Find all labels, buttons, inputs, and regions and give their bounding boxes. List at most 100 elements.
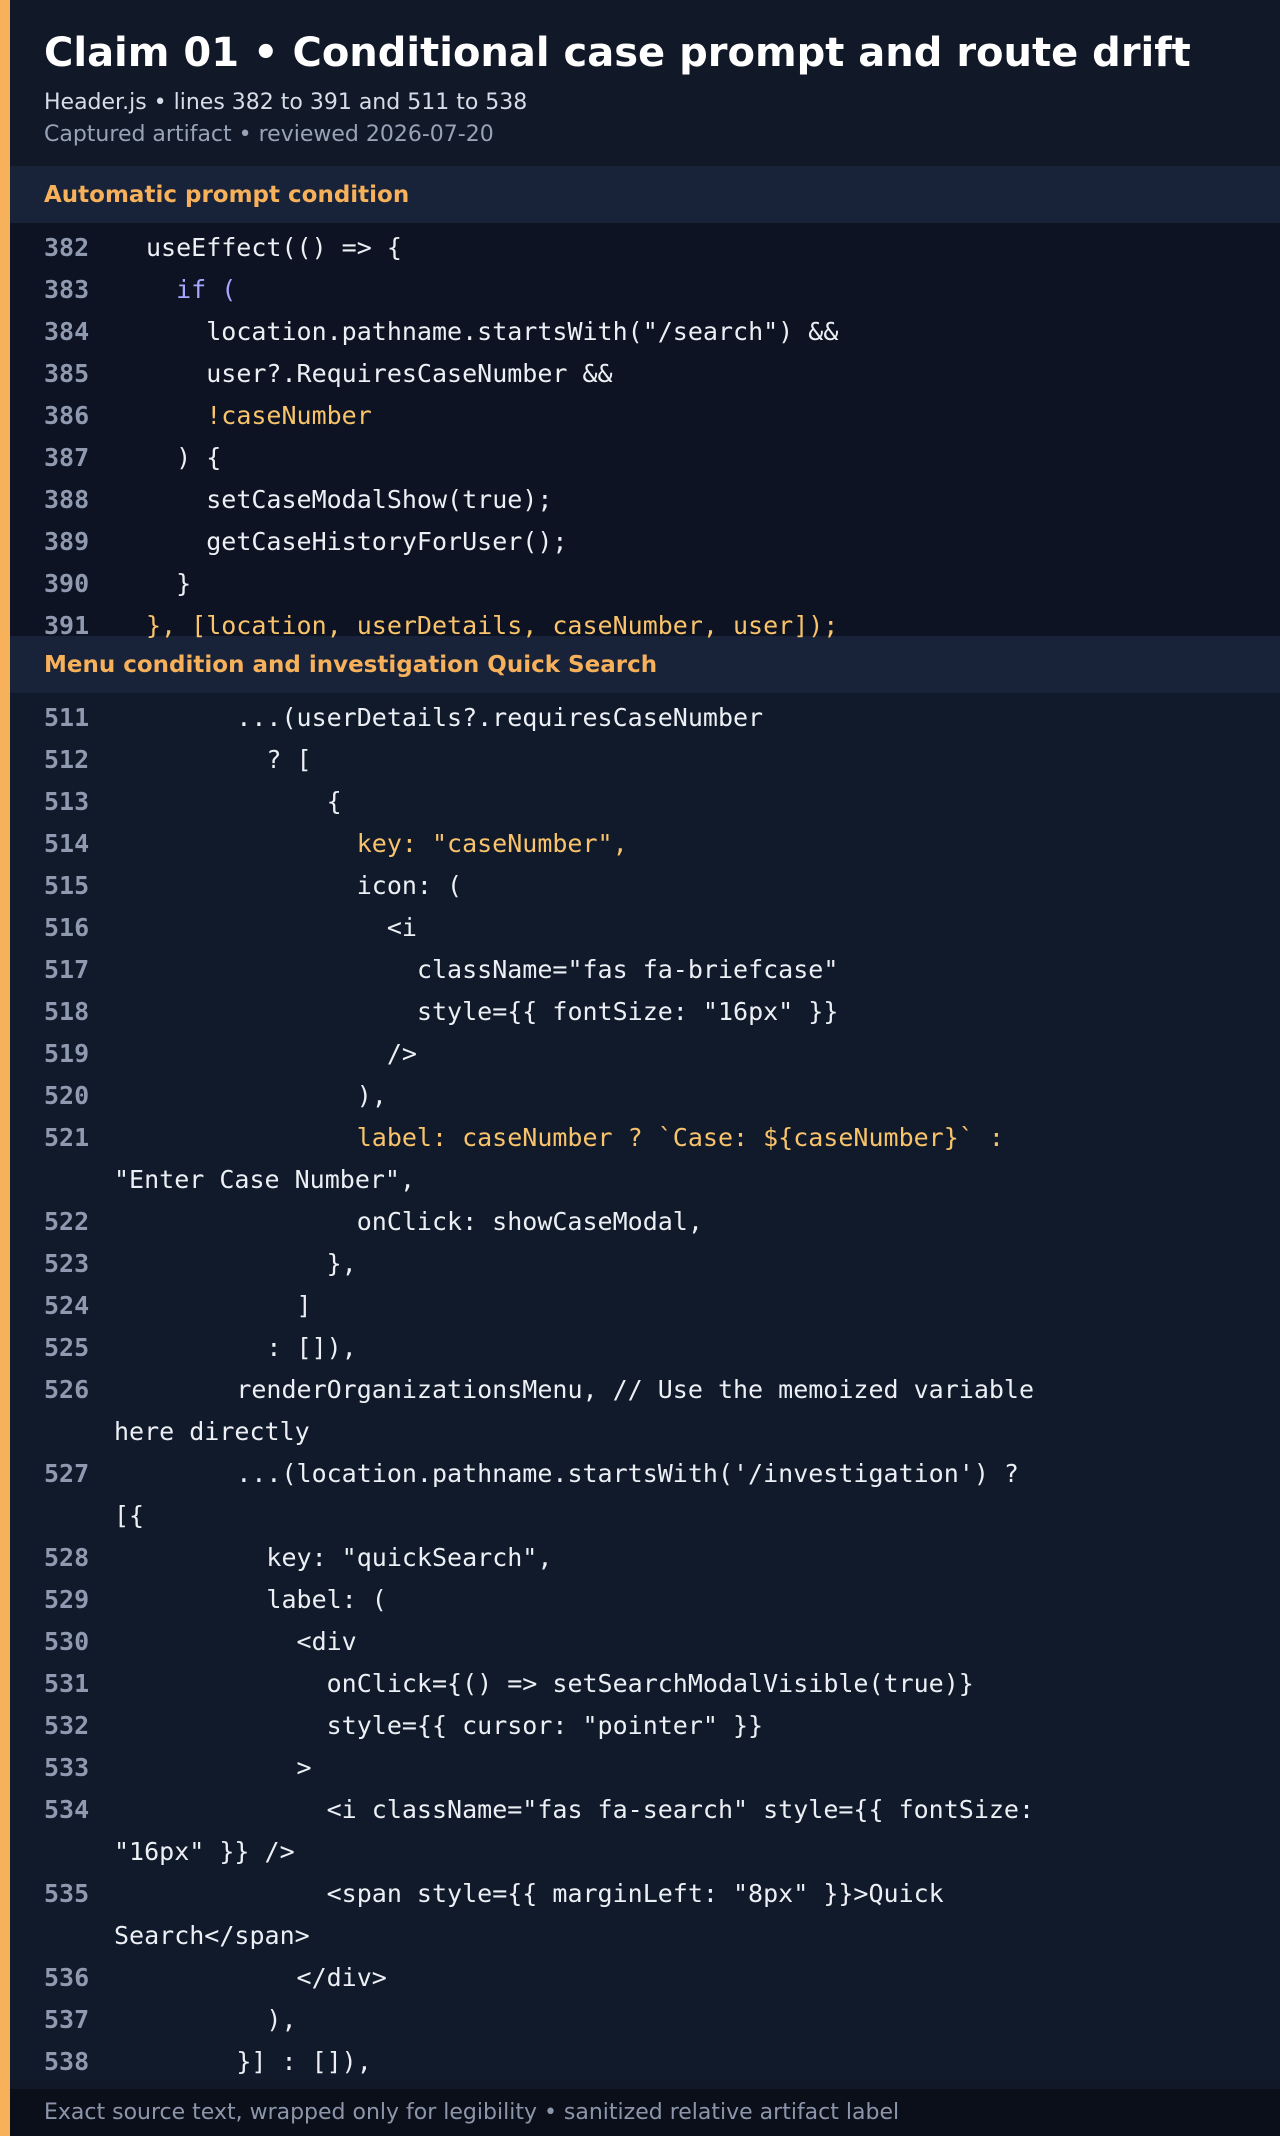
code-text: }	[94, 563, 1280, 605]
line-number: 515	[44, 871, 90, 900]
code-content: <i	[386, 913, 417, 942]
code-text: },	[94, 1243, 1280, 1285]
code-line: 534 <i className="fas fa-search" style={…	[10, 1789, 1280, 1873]
code-content: ...(location.pathname.startsWith('/inves…	[236, 1459, 1019, 1488]
code-line: 529 label: (	[10, 1579, 1280, 1621]
line-number: 521	[44, 1123, 90, 1152]
code-continuation: "Enter Case Number",	[114, 1165, 416, 1194]
line-number: 385	[44, 359, 90, 388]
code-line: 520 ),	[10, 1075, 1280, 1117]
source-location: Header.js • lines 382 to 391 and 511 to …	[44, 90, 528, 115]
line-number: 387	[44, 443, 90, 472]
line-number: 524	[44, 1291, 90, 1320]
code-text: label: caseNumber ? `Case: ${caseNumber}…	[94, 1117, 1280, 1201]
line-number: 528	[44, 1543, 90, 1572]
code-line: 513 {	[10, 781, 1280, 823]
line-number: 389	[44, 527, 90, 556]
code-continuation: here directly	[114, 1417, 310, 1446]
line-number: 383	[44, 275, 90, 304]
code-line: 512 ? [	[10, 739, 1280, 781]
code-content: !caseNumber	[206, 401, 372, 430]
code-text: renderOrganizationsMenu, // Use the memo…	[94, 1369, 1280, 1453]
code-line: 518 style={{ fontSize: "16px" }}	[10, 991, 1280, 1033]
code-line: 536 </div>	[10, 1957, 1280, 1999]
code-content: },	[326, 1249, 357, 1278]
code-text: key: "quickSearch",	[94, 1537, 1280, 1579]
code-text: ...(location.pathname.startsWith('/inves…	[94, 1453, 1280, 1537]
code-line: 515 icon: (	[10, 865, 1280, 907]
code-content: icon: (	[356, 871, 463, 900]
line-number: 522	[44, 1207, 90, 1236]
line-number: 535	[44, 1879, 90, 1908]
code-text: ? [	[94, 739, 1280, 781]
line-number: 525	[44, 1333, 90, 1362]
line-number: 536	[44, 1963, 90, 1992]
line-number: 520	[44, 1081, 90, 1110]
code-block-menu-condition: 511 ...(userDetails?.requiresCaseNumber 5…	[10, 693, 1280, 2079]
line-number: 530	[44, 1627, 90, 1656]
code-text: user?.RequiresCaseNumber &&	[94, 353, 1280, 395]
code-line: 521 label: caseNumber ? `Case: ${caseNum…	[10, 1117, 1280, 1201]
footer-note: Exact source text, wrapped only for legi…	[10, 2089, 1280, 2136]
section-title-automatic-prompt: Automatic prompt condition	[10, 166, 1280, 223]
code-line: 516 <i	[10, 907, 1280, 949]
line-number: 537	[44, 2005, 90, 2034]
page-header: Claim 01 • Conditional case prompt and r…	[10, 0, 1280, 166]
code-line: 535 <span style={{ marginLeft: "8px" }}>…	[10, 1873, 1280, 1957]
line-number: 513	[44, 787, 90, 816]
code-line: 526 renderOrganizationsMenu, // Use the …	[10, 1369, 1280, 1453]
code-line: 525 : []),	[10, 1327, 1280, 1369]
line-number: 529	[44, 1585, 90, 1614]
code-line: 383 if (	[10, 269, 1280, 311]
code-line: 533 >	[10, 1747, 1280, 1789]
code-text: key: "caseNumber",	[94, 823, 1280, 865]
code-content: >	[296, 1753, 312, 1782]
code-line: 388 setCaseModalShow(true);	[10, 479, 1280, 521]
code-content: />	[386, 1039, 417, 1068]
code-content: ),	[266, 2005, 297, 2034]
code-content: ),	[356, 1081, 387, 1110]
code-line: 390 }	[10, 563, 1280, 605]
line-number: 512	[44, 745, 90, 774]
page-title: Claim 01 • Conditional case prompt and r…	[44, 30, 1191, 76]
code-text: ]	[94, 1285, 1280, 1327]
capture-info: Captured artifact • reviewed 2026-07-20	[44, 122, 494, 147]
code-line: 537 ),	[10, 1999, 1280, 2041]
code-line: 527 ...(location.pathname.startsWith('/i…	[10, 1453, 1280, 1537]
code-text: }, [location, userDetails, caseNumber, u…	[94, 605, 1280, 647]
code-content: label: caseNumber ? `Case: ${caseNumber}…	[356, 1123, 1004, 1152]
code-text: getCaseHistoryForUser();	[94, 521, 1280, 563]
code-text: if (	[94, 269, 1280, 311]
code-line: 514 key: "caseNumber",	[10, 823, 1280, 865]
line-number: 531	[44, 1669, 90, 1698]
code-text: {	[94, 781, 1280, 823]
code-continuation: Search</span>	[114, 1921, 310, 1950]
code-text: ...(userDetails?.requiresCaseNumber	[94, 697, 1280, 739]
code-line: 538 }] : []),	[10, 2041, 1280, 2083]
code-line: 523 },	[10, 1243, 1280, 1285]
line-number: 382	[44, 233, 90, 262]
code-text: : []),	[94, 1327, 1280, 1369]
code-content: : []),	[266, 1333, 357, 1362]
code-text: <i className="fas fa-search" style={{ fo…	[94, 1789, 1280, 1873]
code-content: {	[326, 787, 342, 816]
